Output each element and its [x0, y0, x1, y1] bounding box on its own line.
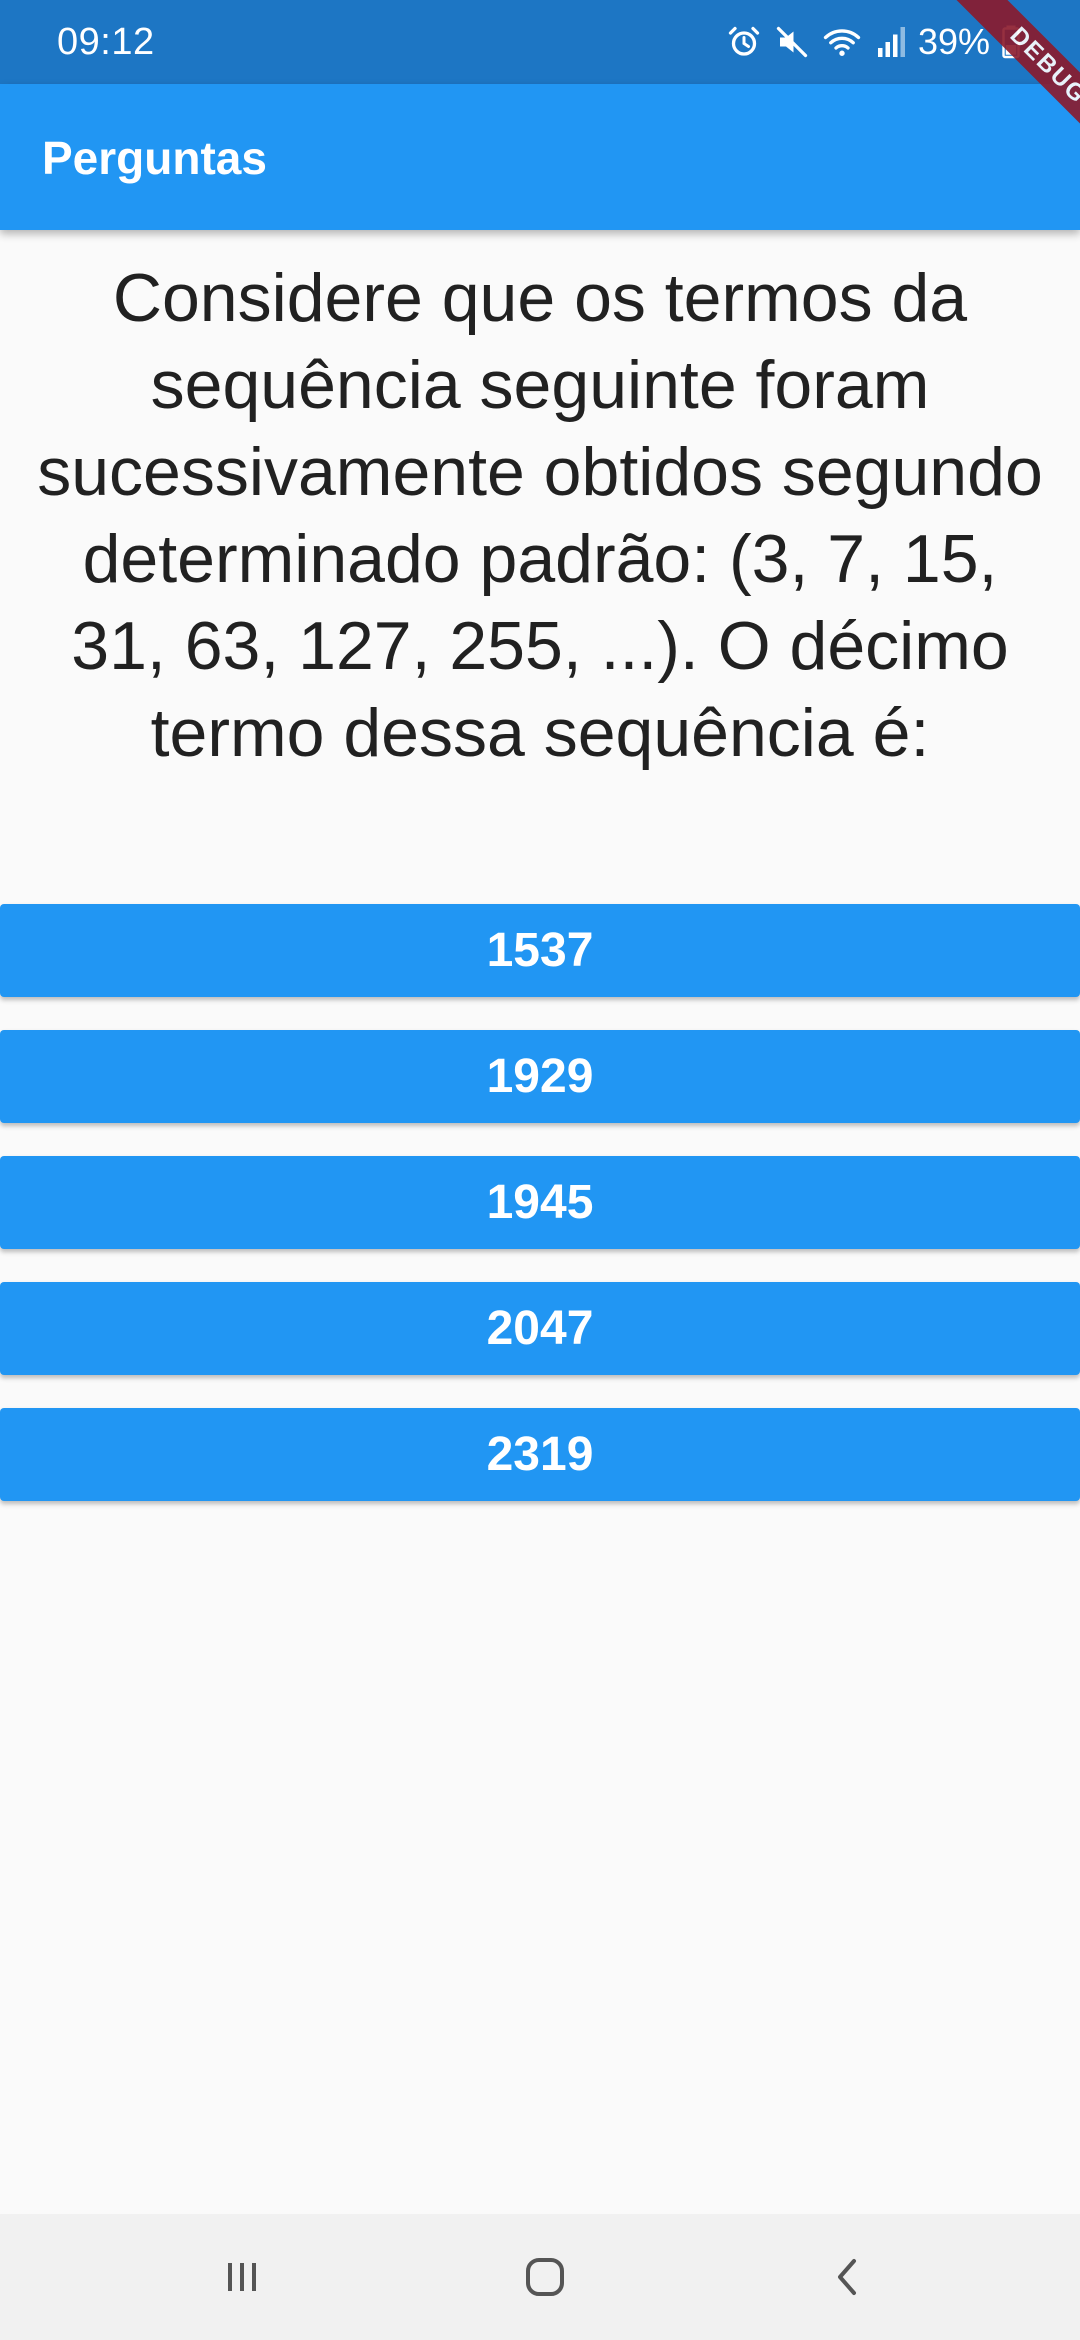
answer-button-2[interactable]: 1929	[0, 1030, 1080, 1123]
home-button[interactable]	[515, 2247, 575, 2307]
navigation-bar	[0, 2214, 1080, 2340]
status-icons: 39%	[726, 18, 1020, 66]
battery-icon	[1002, 25, 1020, 59]
answer-button-3[interactable]: 1945	[0, 1156, 1080, 1249]
alarm-icon	[728, 26, 760, 56]
wifi-icon	[823, 29, 861, 56]
back-button[interactable]	[818, 2247, 878, 2307]
signal-icon	[877, 27, 905, 57]
recents-button[interactable]	[212, 2247, 272, 2307]
app-bar: Perguntas	[0, 84, 1080, 230]
status-bar: 09:12 39%	[0, 0, 1080, 84]
answer-button-4[interactable]: 2047	[0, 1282, 1080, 1375]
answer-button-1[interactable]: 1537	[0, 904, 1080, 997]
back-icon	[838, 2259, 856, 2295]
page-title: Perguntas	[42, 132, 267, 184]
recents-icon	[228, 2263, 256, 2291]
mute-icon	[776, 26, 808, 58]
status-time: 09:12	[57, 21, 155, 63]
battery-percentage: 39%	[917, 21, 990, 62]
answer-list: 1537 1929 1945 2047 2319	[0, 904, 1080, 1534]
answer-button-5[interactable]: 2319	[0, 1408, 1080, 1501]
home-icon	[526, 2258, 564, 2296]
question-text: Considere que os termos da sequência seg…	[37, 260, 1043, 771]
